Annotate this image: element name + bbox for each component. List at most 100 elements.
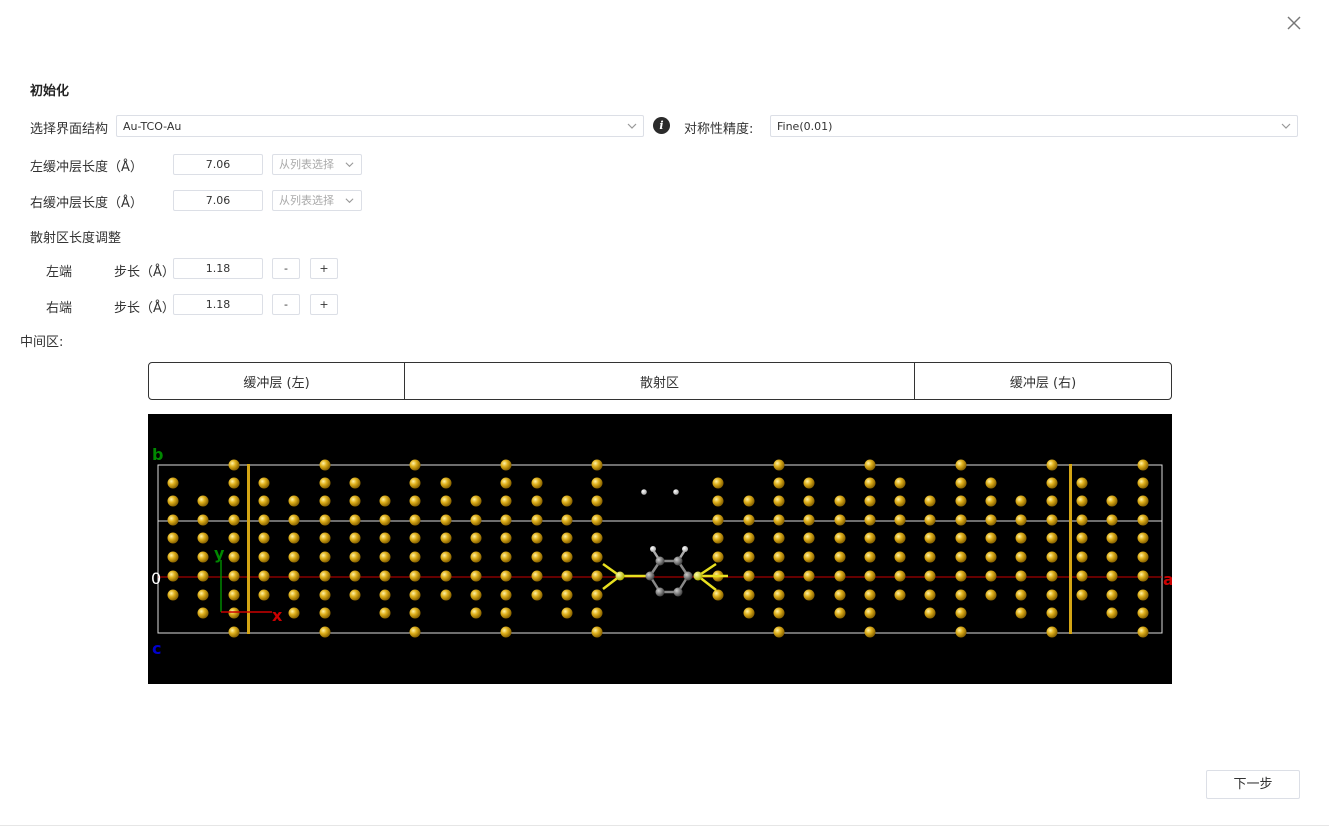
gold-atom — [349, 495, 361, 507]
gold-atom — [955, 626, 967, 638]
origin-label: 0 — [151, 569, 161, 588]
right-minus-button[interactable]: - — [272, 294, 300, 315]
gold-atom — [864, 607, 876, 619]
interface-select[interactable]: Au-TCO-Au — [116, 115, 644, 137]
right-plus-button[interactable]: + — [310, 294, 338, 315]
sulfur-atom — [693, 571, 703, 581]
gold-atom — [440, 532, 452, 544]
gold-atom — [712, 532, 724, 544]
gold-atom — [773, 532, 785, 544]
gold-atom — [743, 607, 755, 619]
white-atom — [641, 489, 647, 495]
gold-atom — [1046, 626, 1058, 638]
gold-atom — [1106, 514, 1118, 526]
gold-atom — [1076, 477, 1088, 489]
gold-atom — [591, 607, 603, 619]
gold-atom — [470, 514, 482, 526]
region-segments: 缓冲层 (左) 散射区 缓冲层 (右) — [148, 362, 1172, 400]
gold-atom — [228, 551, 240, 563]
gold-atom — [1076, 589, 1088, 601]
gold-atom — [319, 570, 331, 582]
gold-atom — [197, 551, 209, 563]
interface-select-value: Au-TCO-Au — [123, 119, 182, 133]
gold-atom — [500, 459, 512, 471]
segment-right-buffer[interactable]: 缓冲层 (右) — [915, 363, 1171, 399]
right-buffer-label: 右缓冲层长度（Å） — [30, 196, 143, 211]
left-end-label: 左端 — [46, 265, 73, 280]
gold-atom — [1137, 459, 1149, 471]
right-step-input[interactable]: 1.18 — [173, 294, 263, 315]
gold-atom — [834, 570, 846, 582]
gold-atom — [1076, 532, 1088, 544]
gold-atom — [985, 532, 997, 544]
gold-atom — [561, 570, 573, 582]
gold-atom — [1076, 514, 1088, 526]
gold-atom — [894, 551, 906, 563]
gold-atom — [1015, 607, 1027, 619]
gold-atom — [834, 532, 846, 544]
gold-atom — [591, 626, 603, 638]
gold-atom — [319, 589, 331, 601]
gold-atom — [470, 589, 482, 601]
gold-atom — [409, 570, 421, 582]
info-icon[interactable]: i — [653, 117, 670, 134]
gold-atom — [440, 589, 452, 601]
gold-atom — [228, 532, 240, 544]
gold-atom — [864, 570, 876, 582]
left-minus-button[interactable]: - — [272, 258, 300, 279]
gold-atom — [743, 570, 755, 582]
right-buffer-select[interactable]: 从列表选择 — [272, 190, 362, 211]
right-step-label: 步长（Å） — [114, 301, 175, 316]
gold-atom — [1046, 477, 1058, 489]
next-button[interactable]: 下一步 — [1206, 770, 1300, 799]
gold-atom — [591, 459, 603, 471]
gold-atom — [319, 551, 331, 563]
gold-atom — [834, 551, 846, 563]
gold-atom — [1076, 551, 1088, 563]
gold-atom — [319, 477, 331, 489]
gold-atom — [803, 589, 815, 601]
chevron-down-icon — [345, 198, 354, 204]
gold-atom — [803, 514, 815, 526]
gold-atom — [288, 589, 300, 601]
gold-atom — [803, 495, 815, 507]
symmetry-select-value: Fine(0.01) — [777, 119, 833, 133]
gold-atom — [409, 532, 421, 544]
left-step-input[interactable]: 1.18 — [173, 258, 263, 279]
segment-left-buffer[interactable]: 缓冲层 (左) — [149, 363, 405, 399]
left-boundary-bar — [247, 464, 250, 634]
gold-atom — [319, 626, 331, 638]
gold-atom — [985, 495, 997, 507]
page-title: 初始化 — [30, 84, 70, 99]
gold-atom — [197, 514, 209, 526]
gold-atom — [288, 514, 300, 526]
grey-atom — [673, 556, 683, 566]
left-buffer-select[interactable]: 从列表选择 — [272, 154, 362, 175]
gold-atom — [591, 570, 603, 582]
gold-atom — [500, 477, 512, 489]
right-buffer-input[interactable]: 7.06 — [173, 190, 263, 211]
gold-atom — [531, 551, 543, 563]
gold-atom — [167, 477, 179, 489]
left-plus-button[interactable]: + — [310, 258, 338, 279]
symmetry-select[interactable]: Fine(0.01) — [770, 115, 1298, 137]
gold-atom — [500, 495, 512, 507]
gold-atom — [955, 607, 967, 619]
gold-atom — [955, 532, 967, 544]
gold-atom — [1137, 607, 1149, 619]
gold-atom — [1015, 551, 1027, 563]
gold-atom — [349, 551, 361, 563]
gold-atom — [864, 532, 876, 544]
gold-atom — [803, 570, 815, 582]
segment-scatter[interactable]: 散射区 — [405, 363, 915, 399]
gold-atom — [955, 495, 967, 507]
close-icon[interactable] — [1284, 13, 1304, 33]
structure-viewer[interactable]: b c a 0 y x — [148, 414, 1172, 684]
left-buffer-label: 左缓冲层长度（Å） — [30, 160, 143, 175]
gold-atom — [197, 532, 209, 544]
gold-atom — [379, 607, 391, 619]
gold-atom — [894, 532, 906, 544]
gold-atom — [197, 589, 209, 601]
left-buffer-input[interactable]: 7.06 — [173, 154, 263, 175]
gold-atom — [924, 514, 936, 526]
